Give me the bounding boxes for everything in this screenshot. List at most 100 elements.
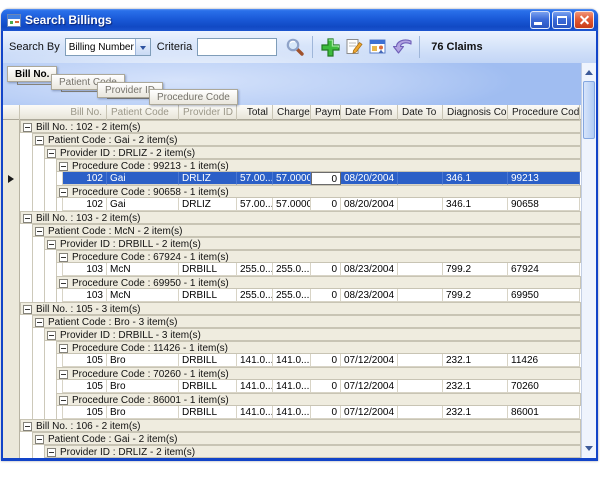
collapse-icon[interactable]	[47, 448, 56, 457]
cell-date_from[interactable]: 07/12/2004	[341, 380, 398, 393]
maximize-button[interactable]	[552, 11, 572, 29]
cell-total[interactable]: 255.0...	[237, 289, 273, 302]
data-row[interactable]: 102GaiDRLIZ57.00...57.0000008/20/2004346…	[3, 198, 581, 211]
cell-provider[interactable]: DRLIZ	[179, 198, 237, 211]
group-row[interactable]: Procedure Code : 86001 - 1 item(s)	[3, 393, 581, 406]
cell-provider[interactable]: DRLIZ	[179, 172, 237, 185]
cell-date_from[interactable]: 08/20/2004	[341, 198, 398, 211]
cell-date_from[interactable]: 07/12/2004	[341, 354, 398, 367]
column-header-patient[interactable]: Patient Code	[107, 105, 179, 120]
cell-date_from[interactable]: 08/20/2004	[341, 172, 398, 185]
group-row[interactable]: Procedure Code : 90658 - 1 item(s)	[3, 185, 581, 198]
cell-total[interactable]: 255.0...	[237, 263, 273, 276]
collapse-icon[interactable]	[59, 253, 68, 262]
cell-provider[interactable]: DRBILL	[179, 406, 237, 419]
collapse-icon[interactable]	[47, 331, 56, 340]
group-row-band[interactable]: Patient Code : Gai - 2 item(s)	[32, 133, 581, 146]
group-row[interactable]: Procedure Code : 11426 - 1 item(s)	[3, 341, 581, 354]
cell-procedure[interactable]: 11426	[508, 354, 580, 367]
group-row[interactable]: Patient Code : Gai - 2 item(s)	[3, 133, 581, 146]
cell-date_to[interactable]	[398, 289, 443, 302]
cell-provider[interactable]: DRBILL	[179, 263, 237, 276]
group-row-band[interactable]: Bill No. : 102 - 2 item(s)	[20, 120, 581, 133]
cell-procedure[interactable]: 69950	[508, 289, 580, 302]
collapse-icon[interactable]	[35, 318, 44, 327]
collapse-icon[interactable]	[23, 422, 32, 431]
group-row[interactable]: Provider ID : DRBILL - 2 item(s)	[3, 237, 581, 250]
cell-date_from[interactable]: 08/23/2004	[341, 263, 398, 276]
collapse-icon[interactable]	[23, 305, 32, 314]
cell-diagnosis[interactable]: 346.1	[443, 198, 508, 211]
cell-procedure[interactable]: 90658	[508, 198, 580, 211]
data-row[interactable]: 102GaiDRLIZ57.00...57.0000008/20/2004346…	[3, 172, 581, 185]
cell-diagnosis[interactable]: 232.1	[443, 380, 508, 393]
cell-bill[interactable]: 102	[62, 172, 107, 185]
cell-date_from[interactable]: 08/23/2004	[341, 289, 398, 302]
group-row-band[interactable]: Provider ID : DRLIZ - 2 item(s)	[44, 146, 581, 159]
cell-total[interactable]: 141.0...	[237, 354, 273, 367]
cell-payment[interactable]: 0	[311, 198, 341, 211]
group-row[interactable]: Patient Code : Bro - 3 item(s)	[3, 315, 581, 328]
cell-total[interactable]: 141.0...	[237, 406, 273, 419]
collapse-icon[interactable]	[35, 136, 44, 145]
minimize-button[interactable]	[530, 11, 550, 29]
cell-payment[interactable]: 0	[311, 406, 341, 419]
cell-total[interactable]: 141.0...	[237, 380, 273, 393]
collapse-icon[interactable]	[35, 435, 44, 444]
group-row-band[interactable]: Provider ID : DRBILL - 2 item(s)	[44, 237, 581, 250]
cell-patient[interactable]: Gai	[107, 172, 179, 185]
group-row-band[interactable]: Provider ID : DRLIZ - 2 item(s)	[44, 445, 581, 458]
column-header-provider[interactable]: Provider ID	[179, 105, 237, 120]
group-row[interactable]: Provider ID : DRLIZ - 2 item(s)	[3, 445, 581, 458]
group-row[interactable]: Procedure Code : 99213 - 1 item(s)	[3, 159, 581, 172]
group-row[interactable]: Bill No. : 102 - 2 item(s)	[3, 120, 581, 133]
cell-provider[interactable]: DRBILL	[179, 354, 237, 367]
add-claim-button[interactable]	[318, 35, 342, 59]
group-row[interactable]: Bill No. : 105 - 3 item(s)	[3, 302, 581, 315]
collapse-icon[interactable]	[59, 396, 68, 405]
send-claims-button[interactable]	[390, 35, 414, 59]
collapse-icon[interactable]	[59, 344, 68, 353]
cell-payment[interactable]: 0	[311, 172, 341, 185]
data-row[interactable]: 103McNDRBILL255.0...255.0...008/23/20047…	[3, 263, 581, 276]
cell-patient[interactable]: Bro	[107, 406, 179, 419]
criteria-input[interactable]	[197, 38, 277, 56]
group-row-band[interactable]: Procedure Code : 67924 - 1 item(s)	[56, 250, 581, 263]
chevron-down-icon[interactable]	[135, 39, 150, 55]
data-row[interactable]: 103McNDRBILL255.0...255.0...008/23/20047…	[3, 289, 581, 302]
cell-charges[interactable]: 57.0000	[273, 198, 311, 211]
cell-diagnosis[interactable]: 232.1	[443, 354, 508, 367]
group-row[interactable]: Procedure Code : 70260 - 1 item(s)	[3, 367, 581, 380]
cell-patient[interactable]: Bro	[107, 354, 179, 367]
cell-diagnosis[interactable]: 232.1	[443, 406, 508, 419]
cell-bill[interactable]: 105	[62, 380, 107, 393]
collapse-icon[interactable]	[47, 240, 56, 249]
group-row[interactable]: Bill No. : 106 - 2 item(s)	[3, 419, 581, 432]
data-row[interactable]: 105BroDRBILL141.0...141.0...007/12/20042…	[3, 406, 581, 419]
data-row[interactable]: 105BroDRBILL141.0...141.0...007/12/20042…	[3, 354, 581, 367]
close-button[interactable]	[574, 11, 594, 29]
group-row-band[interactable]: Procedure Code : 90658 - 1 item(s)	[56, 185, 581, 198]
group-row[interactable]: Patient Code : McN - 2 item(s)	[3, 224, 581, 237]
group-box-bill-no[interactable]: Bill No.	[7, 66, 57, 82]
cell-charges[interactable]: 141.0...	[273, 380, 311, 393]
group-row[interactable]: Bill No. : 103 - 2 item(s)	[3, 211, 581, 224]
group-row-band[interactable]: Patient Code : Gai - 2 item(s)	[32, 432, 581, 445]
cell-date_to[interactable]	[398, 406, 443, 419]
column-header-charges[interactable]: Charges	[273, 105, 311, 120]
group-row-band[interactable]: Provider ID : DRBILL - 3 item(s)	[44, 328, 581, 341]
group-row-band[interactable]: Procedure Code : 69950 - 1 item(s)	[56, 276, 581, 289]
cell-payment[interactable]: 0	[311, 263, 341, 276]
cell-date_to[interactable]	[398, 263, 443, 276]
edit-claim-button[interactable]	[342, 35, 366, 59]
cell-charges[interactable]: 255.0...	[273, 263, 311, 276]
cell-diagnosis[interactable]: 799.2	[443, 289, 508, 302]
cell-patient[interactable]: Bro	[107, 380, 179, 393]
cell-diagnosis[interactable]: 346.1	[443, 172, 508, 185]
cell-bill[interactable]: 102	[62, 198, 107, 211]
cell-procedure[interactable]: 67924	[508, 263, 580, 276]
column-header-date_to[interactable]: Date To	[398, 105, 443, 120]
cell-bill[interactable]: 103	[62, 289, 107, 302]
column-header-total[interactable]: Total	[237, 105, 273, 120]
column-header-procedure[interactable]: Procedure Code	[508, 105, 580, 120]
